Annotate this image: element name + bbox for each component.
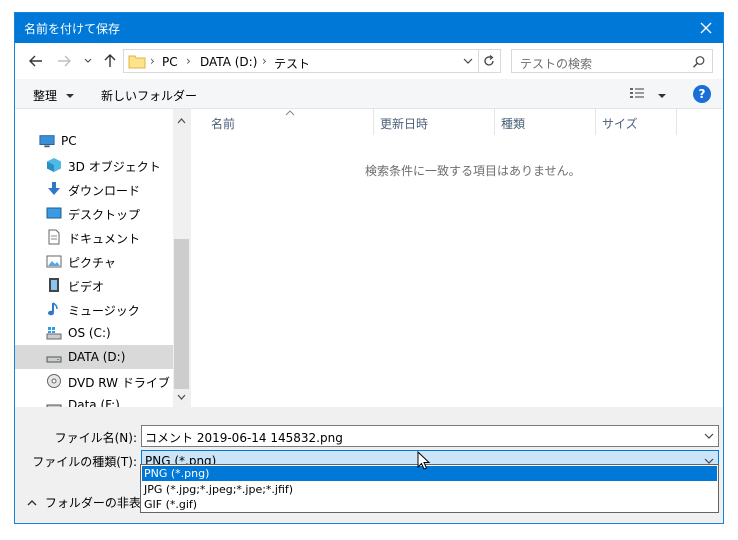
divider bbox=[478, 50, 479, 72]
breadcrumb-test[interactable]: テスト bbox=[274, 55, 310, 72]
nav-item-videos[interactable]: ビデオ bbox=[15, 273, 173, 297]
help-icon[interactable]: ? bbox=[693, 85, 711, 103]
drive-icon bbox=[46, 356, 62, 363]
download-icon bbox=[48, 182, 60, 195]
breadcrumb-data[interactable]: DATA (D:) bbox=[200, 55, 257, 69]
organize-label: 整理 bbox=[33, 89, 58, 103]
filetype-option[interactable]: GIF (*.gif) bbox=[142, 497, 717, 512]
os-drive-icon bbox=[46, 327, 62, 340]
nav-label: ミュージック bbox=[68, 304, 140, 318]
new-folder-button[interactable]: 新しいフォルダー bbox=[101, 87, 197, 104]
filename-field[interactable]: コメント 2019-06-14 145832.png bbox=[141, 425, 719, 447]
document-icon bbox=[48, 229, 60, 245]
video-icon bbox=[49, 278, 59, 292]
pictures-icon bbox=[46, 255, 62, 268]
nav-item-pc[interactable]: PC bbox=[15, 129, 173, 153]
column-header-size[interactable]: サイズ bbox=[596, 109, 676, 135]
search-input[interactable]: テストの検索 bbox=[520, 55, 592, 72]
chevron-up-icon[interactable] bbox=[177, 117, 186, 125]
desktop-icon bbox=[46, 207, 62, 219]
search-icon[interactable] bbox=[692, 55, 706, 69]
nav-item-downloads[interactable]: ダウンロード bbox=[15, 177, 173, 201]
nav-scrollbar[interactable] bbox=[173, 109, 190, 407]
nav-item-os-drive[interactable]: OS (C:) bbox=[15, 321, 173, 345]
hide-folders-button[interactable]: フォルダーの非表示 bbox=[27, 494, 153, 511]
empty-message: 検索条件に一致する項目はありません。 bbox=[365, 164, 581, 178]
nav-label: ピクチャ bbox=[68, 256, 116, 270]
chevron-down-icon[interactable] bbox=[704, 431, 714, 441]
column-divider[interactable] bbox=[676, 109, 677, 135]
nav-item-data-d[interactable]: DATA (D:) bbox=[15, 345, 173, 369]
hide-folders-label: フォルダーの非表示 bbox=[44, 496, 153, 510]
refresh-icon[interactable] bbox=[482, 54, 496, 68]
nav-item-documents[interactable]: ドキュメント bbox=[15, 225, 173, 249]
mouse-cursor-icon bbox=[417, 451, 431, 470]
filetype-dropdown-list: PNG (*.png) JPG (*.jpg;*.jpeg;*.jpe;*.jf… bbox=[140, 464, 719, 513]
breadcrumb-separator: › bbox=[150, 54, 155, 68]
column-header-modified[interactable]: 更新日時 bbox=[374, 109, 494, 135]
nav-item-3d-objects[interactable]: 3D オブジェクト bbox=[15, 153, 173, 177]
forward-button[interactable] bbox=[55, 53, 73, 69]
filename-label: ファイル名(N): bbox=[54, 431, 137, 445]
music-icon bbox=[48, 302, 58, 316]
nav-label: デスクトップ bbox=[68, 208, 141, 222]
nav-label: 3D オブジェクト bbox=[68, 160, 161, 174]
close-button[interactable] bbox=[689, 13, 723, 43]
nav-item-desktop[interactable]: デスクトップ bbox=[15, 201, 173, 225]
recent-locations-button[interactable] bbox=[83, 53, 93, 69]
file-list: 名前 更新日時 種類 サイズ 検索条件に一致する項目はありません。 bbox=[190, 109, 723, 407]
title-bar: 名前を付けて保存 bbox=[15, 13, 723, 43]
view-details-icon bbox=[630, 88, 644, 98]
caret-down-icon bbox=[65, 94, 74, 98]
nav-label: PC bbox=[61, 134, 77, 148]
organize-button[interactable]: 整理 bbox=[33, 87, 75, 104]
nav-label: ドキュメント bbox=[68, 232, 141, 246]
command-bar: 整理 新しいフォルダー ? bbox=[15, 79, 723, 109]
chevron-down-icon bbox=[84, 58, 92, 63]
forward-arrow-icon bbox=[58, 55, 71, 67]
breadcrumb-pc[interactable]: PC bbox=[162, 55, 178, 69]
up-button[interactable] bbox=[101, 53, 119, 69]
breadcrumb-separator: › bbox=[186, 54, 191, 68]
save-as-dialog: 名前を付けて保存 › PC › DATA (D:) › テスト テストの検索 整… bbox=[14, 12, 724, 524]
folder-icon bbox=[128, 55, 146, 69]
back-arrow-icon bbox=[29, 55, 42, 67]
chevron-down-icon[interactable] bbox=[177, 393, 186, 401]
nav-item-pictures[interactable]: ピクチャ bbox=[15, 249, 173, 273]
nav-label: OS (C:) bbox=[68, 326, 111, 340]
close-icon bbox=[700, 22, 712, 34]
filename-value[interactable]: コメント 2019-06-14 145832.png bbox=[145, 429, 343, 446]
chevron-down-icon[interactable] bbox=[462, 55, 474, 67]
breadcrumb-separator: › bbox=[262, 54, 267, 68]
filetype-label: ファイルの種類(T): bbox=[32, 455, 137, 469]
view-options-button[interactable] bbox=[629, 86, 669, 102]
nav-label: ダウンロード bbox=[68, 184, 141, 198]
scrollbar-thumb[interactable] bbox=[174, 239, 189, 389]
nav-item-dvd-drive[interactable]: DVD RW ドライブ (E:) bbox=[15, 369, 195, 393]
search-box[interactable]: テストの検索 bbox=[511, 49, 713, 73]
3d-objects-icon bbox=[47, 158, 61, 172]
column-header-name[interactable]: 名前 bbox=[191, 109, 373, 135]
column-header-type[interactable]: 種類 bbox=[495, 109, 595, 135]
chevron-up-icon bbox=[27, 500, 37, 506]
dvd-icon bbox=[47, 374, 61, 388]
navigation-pane: PC 3D オブジェクト ダウンロード デスクトップ ドキュメント ピクチャ ビ… bbox=[15, 109, 195, 412]
nav-label: ビデオ bbox=[68, 280, 105, 294]
back-button[interactable] bbox=[27, 53, 45, 69]
filetype-option[interactable]: JPG (*.jpg;*.jpeg;*.jpe;*.jfif) bbox=[142, 482, 717, 497]
nav-item-music[interactable]: ミュージック bbox=[15, 297, 173, 321]
address-row: › PC › DATA (D:) › テスト テストの検索 bbox=[15, 43, 723, 79]
pc-icon bbox=[39, 135, 55, 148]
window-title: 名前を付けて保存 bbox=[24, 22, 121, 36]
address-bar[interactable]: › PC › DATA (D:) › テスト bbox=[123, 49, 501, 73]
nav-label: DATA (D:) bbox=[68, 350, 126, 364]
caret-down-icon bbox=[657, 94, 666, 98]
up-arrow-icon bbox=[104, 54, 116, 67]
